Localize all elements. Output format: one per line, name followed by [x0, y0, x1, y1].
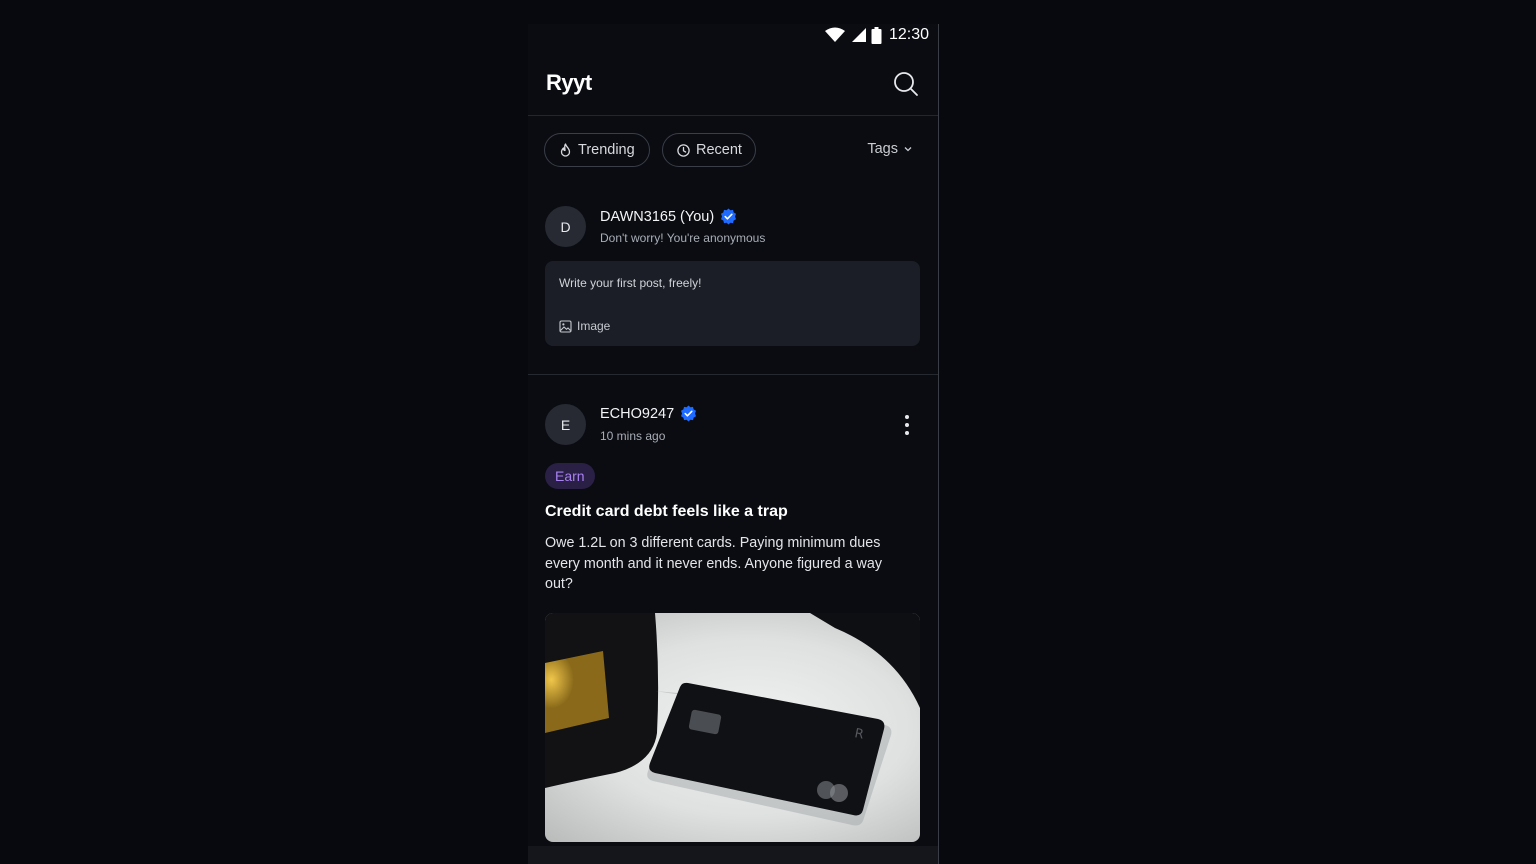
composer-placeholder: Write your first post, freely!	[559, 276, 702, 290]
post-username: ECHO9247	[600, 405, 675, 422]
phone-screen: 12:30 Ryyt Trending Recent Tags D DAWN31…	[528, 24, 939, 864]
anonymous-note: Don't worry! You're anonymous	[600, 231, 766, 245]
image-icon	[559, 319, 572, 333]
avatar: D	[545, 206, 586, 247]
flame-icon	[560, 143, 571, 157]
avatar[interactable]: E	[545, 404, 586, 445]
chevron-down-icon	[904, 147, 912, 152]
current-user-name: DAWN3165 (You)	[600, 208, 737, 225]
tags-dropdown[interactable]: Tags	[867, 141, 912, 157]
search-icon[interactable]	[892, 70, 920, 98]
post-time: 10 mins ago	[600, 429, 666, 443]
status-time: 12:30	[888, 26, 929, 43]
verified-icon	[721, 208, 737, 225]
signal-icon	[851, 28, 866, 42]
recent-label: Recent	[696, 142, 742, 158]
section-divider	[528, 374, 938, 375]
recent-filter-chip[interactable]: Recent	[662, 133, 756, 167]
wifi-icon	[824, 27, 845, 42]
app-bar: Ryyt	[528, 60, 938, 116]
more-vertical-icon[interactable]	[902, 414, 912, 436]
add-image-button[interactable]: Image	[559, 319, 610, 333]
post-title[interactable]: Credit card debt feels like a trap	[545, 503, 788, 521]
credit-card-photo: R	[545, 613, 920, 826]
verified-icon	[681, 405, 697, 422]
clock-icon	[677, 143, 690, 157]
trending-filter-chip[interactable]: Trending	[544, 133, 650, 167]
image-label: Image	[577, 319, 611, 333]
battery-icon	[871, 26, 882, 44]
app-logo: Ryyt	[546, 70, 592, 95]
tags-label: Tags	[867, 141, 898, 157]
post-composer[interactable]: Write your first post, freely! Image	[545, 261, 920, 346]
post-image[interactable]: R	[545, 613, 920, 842]
next-post-peek	[528, 846, 938, 864]
post-body: Owe 1.2L on 3 different cards. Paying mi…	[545, 535, 882, 592]
status-bar: 12:30	[528, 24, 938, 46]
filter-bar: Trending Recent Tags	[544, 133, 922, 169]
post-tag-badge[interactable]: Earn	[545, 463, 595, 489]
trending-label: Trending	[578, 142, 635, 158]
post-author[interactable]: ECHO9247	[600, 405, 697, 422]
current-username: DAWN3165 (You)	[600, 208, 715, 225]
